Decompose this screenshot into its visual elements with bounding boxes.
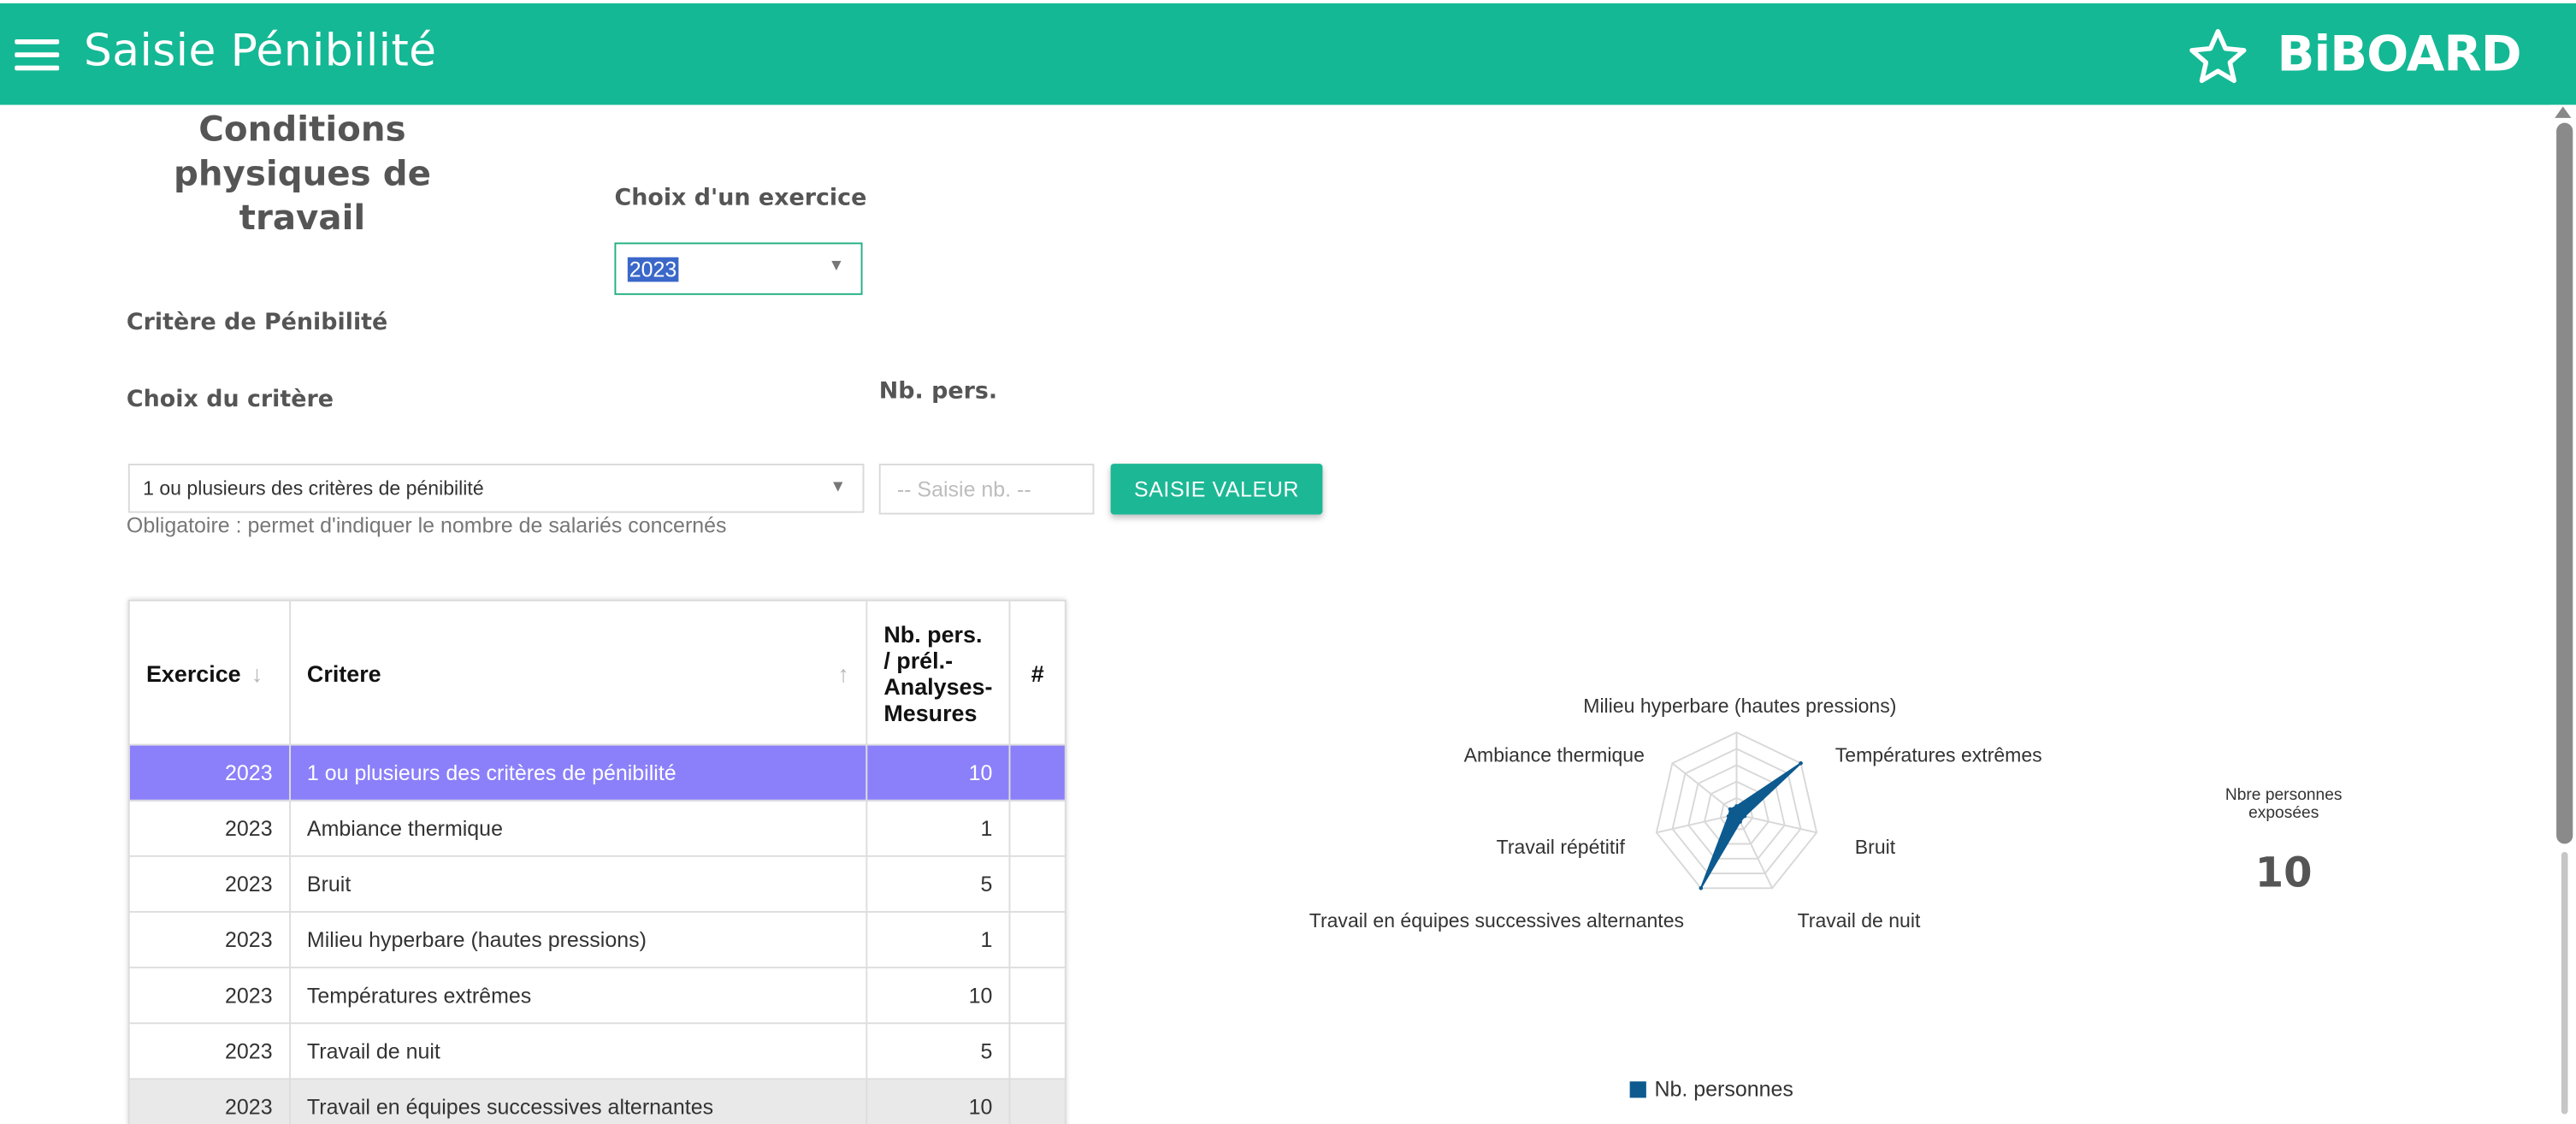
radar-axis-label: Travail de nuit xyxy=(1798,909,1921,932)
cell-critere: 1 ou plusieurs des critères de pénibilit… xyxy=(288,743,868,802)
radar-data-point xyxy=(1799,760,1803,766)
radar-axis-label: Travail en équipes successives alternant… xyxy=(1309,909,1684,932)
radar-chart: Milieu hyperbare (hautes pressions) Tempé… xyxy=(1309,695,2042,932)
cell-action[interactable] xyxy=(1008,1022,1066,1080)
radar-data-point xyxy=(1734,804,1739,808)
cell-nb: 10 xyxy=(866,967,1011,1025)
cell-critere: Travail de nuit xyxy=(288,1022,868,1080)
cell-nb: 5 xyxy=(866,855,1011,913)
cell-action[interactable] xyxy=(1008,799,1066,857)
cell-action[interactable] xyxy=(1008,911,1066,969)
scrollbar-thumb[interactable] xyxy=(2556,122,2573,844)
column-header-hash: # xyxy=(1008,600,1066,746)
radar-axis-line xyxy=(1735,813,1774,889)
cell-exercice: 2023 xyxy=(127,1078,291,1124)
table-row[interactable]: 2023 Températures extrêmes 10 xyxy=(127,967,1066,1025)
column-header-exercice[interactable]: Exercice ↓ xyxy=(127,600,291,746)
cell-nb: 1 xyxy=(866,911,1011,969)
cell-exercice: 2023 xyxy=(127,1022,291,1080)
top-header: Saisie Pénibilité BiBOARD xyxy=(0,3,2576,105)
cell-exercice: 2023 xyxy=(127,967,291,1025)
radar-data-point xyxy=(1728,807,1733,812)
sort-up-icon[interactable]: ↑ xyxy=(838,660,849,687)
cell-nb: 5 xyxy=(866,1022,1011,1080)
kpi-value: 10 xyxy=(2254,849,2313,896)
table-row[interactable]: 2023 1 ou plusieurs des critères de péni… xyxy=(127,743,1066,802)
cell-action[interactable] xyxy=(1008,743,1066,802)
cell-critere: Milieu hyperbare (hautes pressions) xyxy=(288,911,868,969)
cell-action[interactable] xyxy=(1008,855,1066,913)
table-row[interactable]: 2023 Milieu hyperbare (hautes pressions)… xyxy=(127,911,1066,969)
cell-action[interactable] xyxy=(1008,1078,1066,1124)
cell-exercice: 2023 xyxy=(127,911,291,969)
column-header-nb-pers[interactable]: Nb. pers. / prél.- Analyses- Mesures xyxy=(866,600,1011,746)
radar-axis-label: Bruit xyxy=(1855,836,1896,858)
saisie-valeur-button[interactable]: SAISIE VALEUR xyxy=(1110,464,1323,515)
table-row[interactable]: 2023 Ambiance thermique 1 xyxy=(127,799,1066,857)
column-header-critere[interactable]: Critere ↑ xyxy=(288,600,868,746)
app-title: Saisie Pénibilité xyxy=(83,26,437,78)
hamburger-menu-icon[interactable] xyxy=(15,38,60,72)
table-row[interactable]: 2023 Travail en équipes successives alte… xyxy=(127,1078,1066,1124)
criteria-section-label: Critère de Pénibilité xyxy=(126,310,388,336)
table-row[interactable]: 2023 Bruit 5 xyxy=(127,855,1066,913)
cell-critere: Travail en équipes successives alternant… xyxy=(288,1078,868,1124)
scrollbar-track xyxy=(2561,852,2568,1115)
nb-pers-input[interactable] xyxy=(878,464,1095,515)
criteria-hint: Obligatoire : permet d'indiquer le nombr… xyxy=(126,512,727,538)
app-root: Saisie Pénibilité BiBOARD Conditions phy… xyxy=(0,0,2576,1124)
legend-label: Nb. personnes xyxy=(1654,1076,1793,1102)
scroll-up-arrow-icon[interactable] xyxy=(2555,106,2572,118)
radar-data-point xyxy=(1726,813,1731,819)
radar-axis-label: Températures extrêmes xyxy=(1835,744,2042,766)
cell-critere: Bruit xyxy=(288,855,868,913)
exercise-select[interactable]: 2023 ▼ xyxy=(614,242,863,295)
table-row[interactable]: 2023 Travail de nuit 5 xyxy=(127,1022,1066,1080)
legend-swatch xyxy=(1629,1081,1646,1098)
criteria-select[interactable]: 1 ou plusieurs des critères de pénibilit… xyxy=(127,464,865,513)
star-icon[interactable] xyxy=(2187,27,2249,89)
radar-axis-label: Travail répétitif xyxy=(1497,836,1626,858)
chart-legend-item[interactable]: Nb. personnes xyxy=(1629,1076,1793,1102)
cell-nb: 10 xyxy=(866,1078,1011,1124)
exercise-selected-value: 2023 xyxy=(627,257,679,282)
biboard-logo: BiBOARD xyxy=(2277,26,2522,84)
criteria-selected-value: 1 ou plusieurs des critères de pénibilit… xyxy=(143,476,484,500)
radar-axis-label: Milieu hyperbare (hautes pressions) xyxy=(1583,695,1896,717)
cell-critere: Ambiance thermique xyxy=(288,799,868,857)
chevron-down-icon: ▼ xyxy=(828,257,845,275)
criteria-choice-label: Choix du critère xyxy=(126,387,334,413)
radar-axis-label: Ambiance thermique xyxy=(1464,744,1645,766)
cell-exercice: 2023 xyxy=(127,743,291,802)
cell-critere: Températures extrêmes xyxy=(288,967,868,1025)
nb-pers-label: Nb. pers. xyxy=(878,378,998,405)
radar-data-point xyxy=(1742,813,1747,819)
criteria-table: Exercice ↓ Critere ↑ Nb. pers. / prél.- … xyxy=(127,600,1066,1124)
exercise-label: Choix d'un exercice xyxy=(614,185,867,212)
chevron-down-icon: ▼ xyxy=(830,478,847,497)
radar-data-point xyxy=(1699,885,1704,890)
cell-exercice: 2023 xyxy=(127,855,291,913)
kpi-title: Nbre personnes exposées xyxy=(2224,786,2343,823)
sort-down-icon[interactable]: ↓ xyxy=(251,660,263,687)
cell-exercice: 2023 xyxy=(127,799,291,857)
cell-nb: 10 xyxy=(866,743,1011,802)
radar-data-point xyxy=(1738,819,1742,824)
cell-nb: 1 xyxy=(866,799,1011,857)
cell-action[interactable] xyxy=(1008,967,1066,1025)
page-title: Conditions physiques de travail xyxy=(173,109,431,238)
